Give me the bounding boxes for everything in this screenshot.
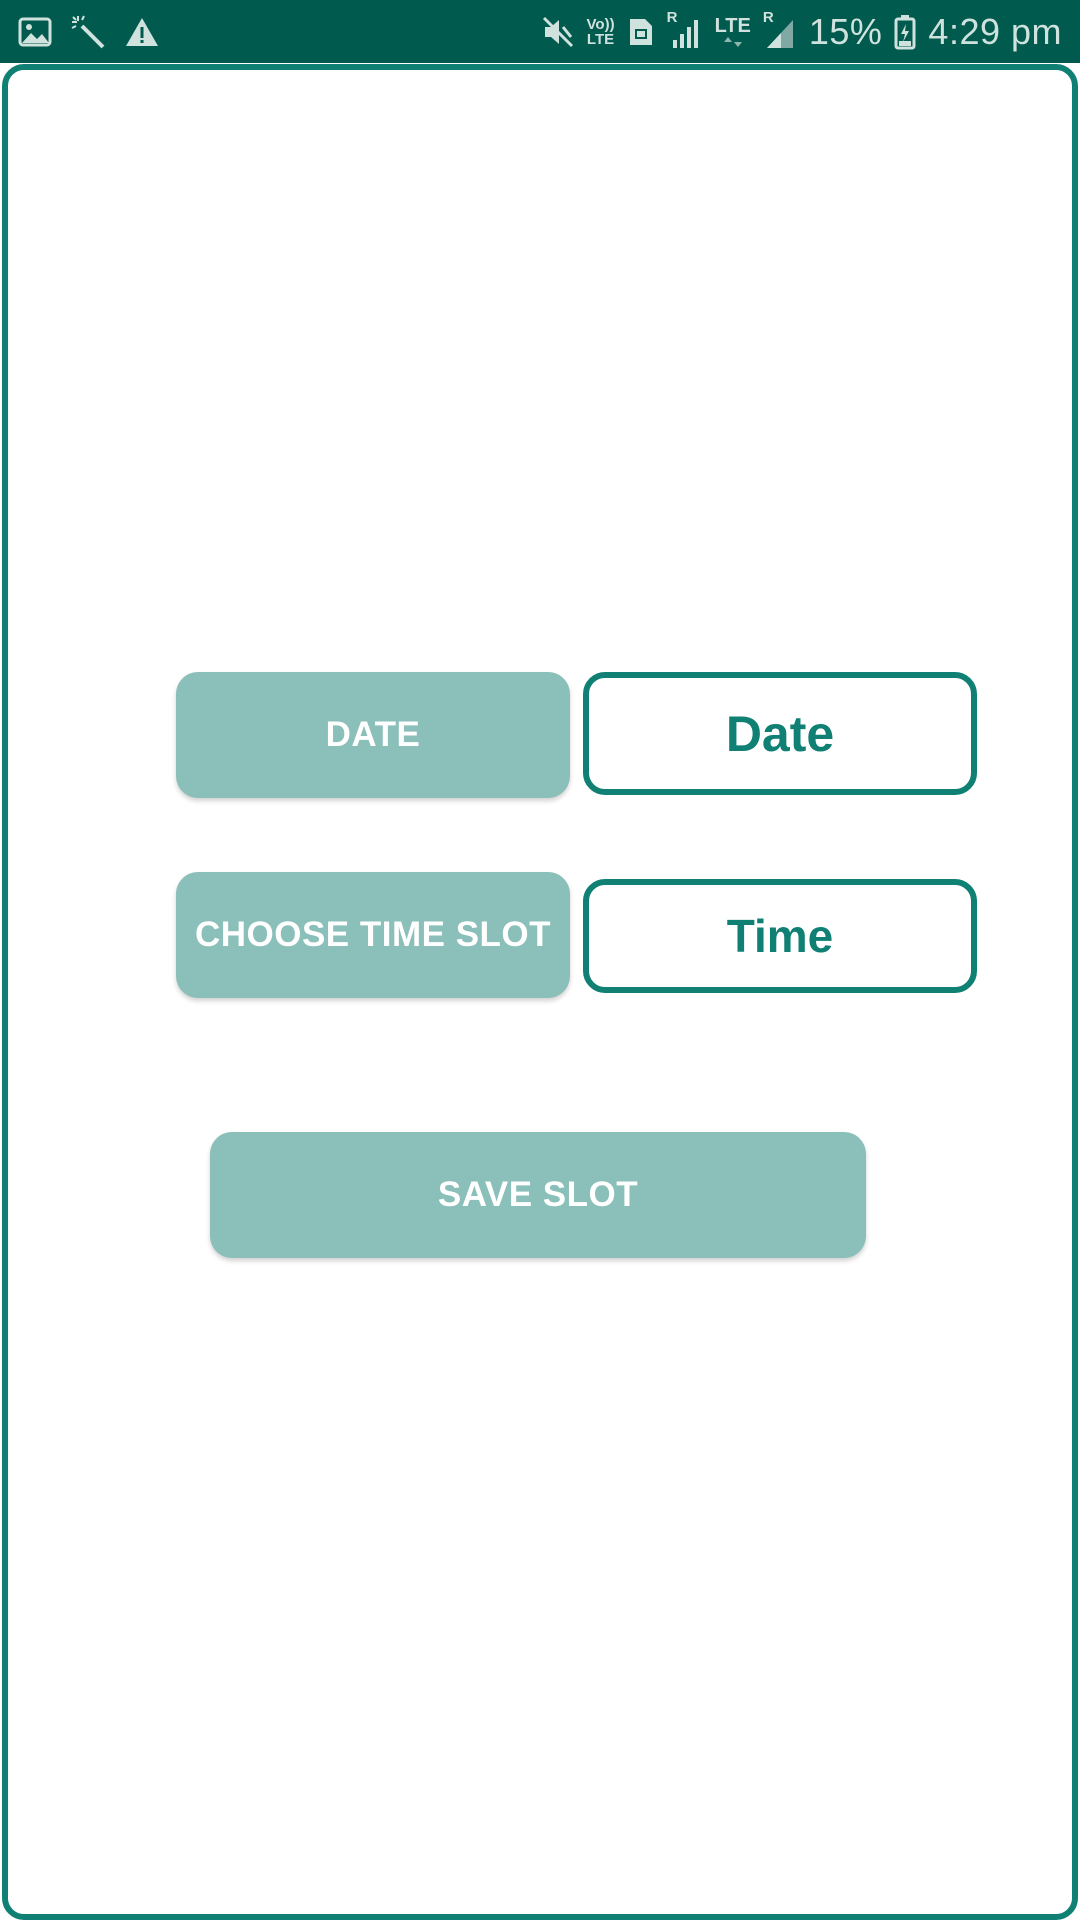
volte-line-2: LTE xyxy=(586,30,615,48)
signal-icon: R xyxy=(667,10,703,50)
time-value-text: Time xyxy=(726,910,834,962)
volte-line-1: Vo)) xyxy=(586,15,615,33)
date-button[interactable]: DATE xyxy=(176,672,570,798)
date-value-field[interactable]: Date xyxy=(583,672,977,795)
time-value-field[interactable]: Time xyxy=(583,879,977,993)
magic-wand-icon xyxy=(70,14,106,50)
status-bar: Vo)) LTE R LTE R 15% 4:29 pm xyxy=(0,0,1080,63)
sim1-roaming-label: R xyxy=(666,8,678,26)
date-value-text: Date xyxy=(725,705,835,762)
battery-icon xyxy=(894,14,916,50)
lte-data-icon: LTE xyxy=(715,16,751,48)
clock-time: 4:29 pm xyxy=(928,10,1062,52)
choose-time-slot-button[interactable]: CHOOSE TIME SLOT xyxy=(176,872,570,998)
status-left-icons xyxy=(18,14,160,50)
sim-icon xyxy=(627,16,655,48)
lte-label: LTE xyxy=(714,14,751,37)
signal-2-icon: R xyxy=(763,10,797,50)
sim2-roaming-label: R xyxy=(762,8,774,26)
status-right-icons: Vo)) LTE R LTE R 15% 4:29 pm xyxy=(541,10,1062,53)
volte-icon: Vo)) LTE xyxy=(587,17,615,47)
battery-percent: 15% xyxy=(808,10,883,52)
save-slot-button[interactable]: SAVE SLOT xyxy=(210,1132,866,1258)
mute-icon xyxy=(541,15,575,49)
warning-icon xyxy=(124,16,160,48)
image-icon xyxy=(18,17,52,47)
